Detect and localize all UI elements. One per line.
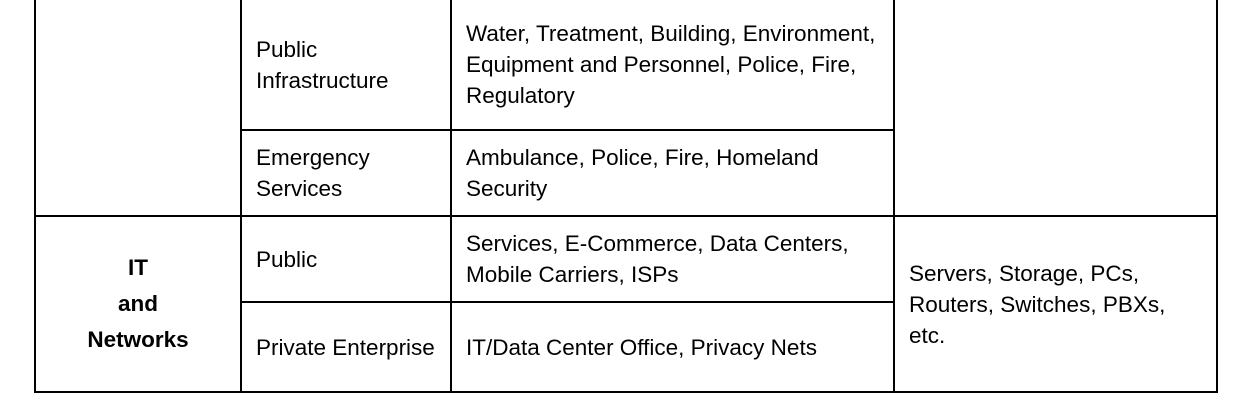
subsector-cell: Private Enterprise [240, 301, 452, 393]
category-cell: IT and Networks [34, 215, 242, 393]
sector-table: Public Infrastructure Water, Treatment, … [34, 0, 1218, 393]
category-line: IT [128, 255, 148, 280]
category-cell [34, 0, 242, 217]
subsector-cell: Public Infrastructure [240, 0, 452, 131]
examples-cell: Services, E-Commerce, Data Centers, Mobi… [450, 215, 895, 303]
examples-cell: IT/Data Center Office, Privacy Nets [450, 301, 895, 393]
examples-cell: Water, Treatment, Building, Environment,… [450, 0, 895, 131]
table-row: IT and Networks Public Services, E-Comme… [34, 215, 1218, 393]
assets-cell [893, 0, 1218, 217]
category-line: Networks [87, 327, 189, 352]
assets-cell: Servers, Storage, PCs, Routers, Switches… [893, 215, 1218, 393]
examples-cell: Ambulance, Police, Fire, Homeland Securi… [450, 129, 895, 217]
subsector-cell: Public [240, 215, 452, 303]
subsector-cell: Emergency Services [240, 129, 452, 217]
category-line: and [117, 291, 158, 316]
table-row: Public Infrastructure Water, Treatment, … [34, 0, 1218, 217]
